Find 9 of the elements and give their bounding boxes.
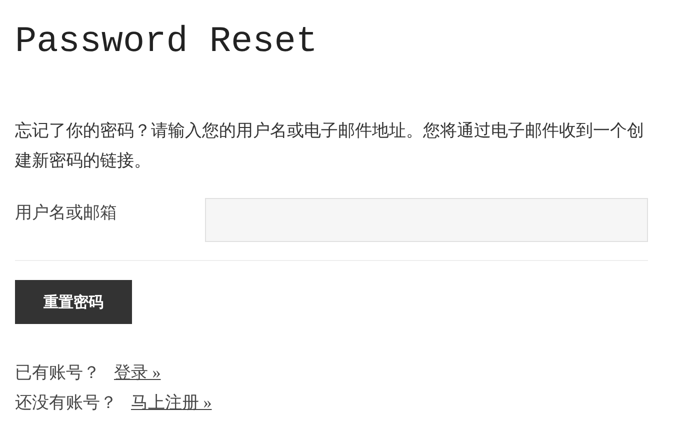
prompt-text: 还没有账号？ <box>15 392 117 414</box>
reset-password-button[interactable]: 重置密码 <box>15 280 132 324</box>
input-field[interactable] <box>204 198 648 242</box>
link[interactable]: 登录 » <box>114 358 161 388</box>
field-label: 用户名或邮箱 <box>15 202 118 224</box>
link[interactable]: 马上注册 » <box>131 388 212 418</box>
instructions-text: 忘记了你的密码？请输入您的用户名或电子邮件地址。您将通过电子邮件收到一个创建新密码的链接。 <box>15 120 645 172</box>
page-title: Password Reset <box>15 20 318 64</box>
prompt-text: 已有账号？ <box>15 362 100 384</box>
